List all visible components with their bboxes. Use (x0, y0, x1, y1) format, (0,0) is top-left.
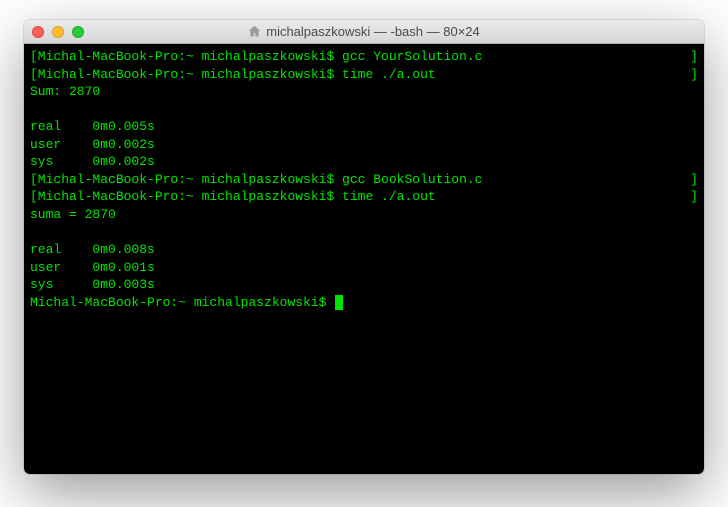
prompt-left: [Michal-MacBook-Pro:~ michalpaszkowski$ … (30, 66, 436, 84)
prompt-left: [Michal-MacBook-Pro:~ michalpaszkowski$ … (30, 48, 482, 66)
prompt-right-bracket: ] (690, 171, 698, 189)
terminal-output-line: sys 0m0.002s (30, 153, 698, 171)
terminal-prompt-line: [Michal-MacBook-Pro:~ michalpaszkowski$ … (30, 171, 698, 189)
prompt-left: [Michal-MacBook-Pro:~ michalpaszkowski$ … (30, 171, 482, 189)
prompt-right-bracket: ] (690, 66, 698, 84)
terminal-prompt-line: [Michal-MacBook-Pro:~ michalpaszkowski$ … (30, 188, 698, 206)
cursor (335, 295, 343, 310)
terminal-output-line: real 0m0.005s (30, 118, 698, 136)
maximize-button[interactable] (72, 26, 84, 38)
terminal-window: michalpaszkowski — -bash — 80×24 [Michal… (24, 20, 704, 474)
minimize-button[interactable] (52, 26, 64, 38)
home-icon (248, 25, 261, 38)
window-title: michalpaszkowski — -bash — 80×24 (266, 24, 480, 39)
terminal-output-line: real 0m0.008s (30, 241, 698, 259)
terminal-body[interactable]: [Michal-MacBook-Pro:~ michalpaszkowski$ … (24, 44, 704, 474)
titlebar: michalpaszkowski — -bash — 80×24 (24, 20, 704, 44)
prompt-text: Michal-MacBook-Pro:~ michalpaszkowski$ (30, 295, 334, 310)
prompt-left: [Michal-MacBook-Pro:~ michalpaszkowski$ … (30, 188, 436, 206)
terminal-prompt-line: Michal-MacBook-Pro:~ michalpaszkowski$ (30, 294, 698, 312)
terminal-output-line: suma = 2870 (30, 206, 698, 224)
terminal-output-line: user 0m0.002s (30, 136, 698, 154)
terminal-output-line (30, 223, 698, 241)
prompt-right-bracket: ] (690, 188, 698, 206)
terminal-output-line: Sum: 2870 (30, 83, 698, 101)
terminal-prompt-line: [Michal-MacBook-Pro:~ michalpaszkowski$ … (30, 48, 698, 66)
window-title-container: michalpaszkowski — -bash — 80×24 (24, 24, 704, 39)
terminal-output-line: user 0m0.001s (30, 259, 698, 277)
close-button[interactable] (32, 26, 44, 38)
traffic-lights (32, 26, 84, 38)
prompt-right-bracket: ] (690, 48, 698, 66)
terminal-output-line (30, 101, 698, 119)
terminal-output-line: sys 0m0.003s (30, 276, 698, 294)
terminal-prompt-line: [Michal-MacBook-Pro:~ michalpaszkowski$ … (30, 66, 698, 84)
